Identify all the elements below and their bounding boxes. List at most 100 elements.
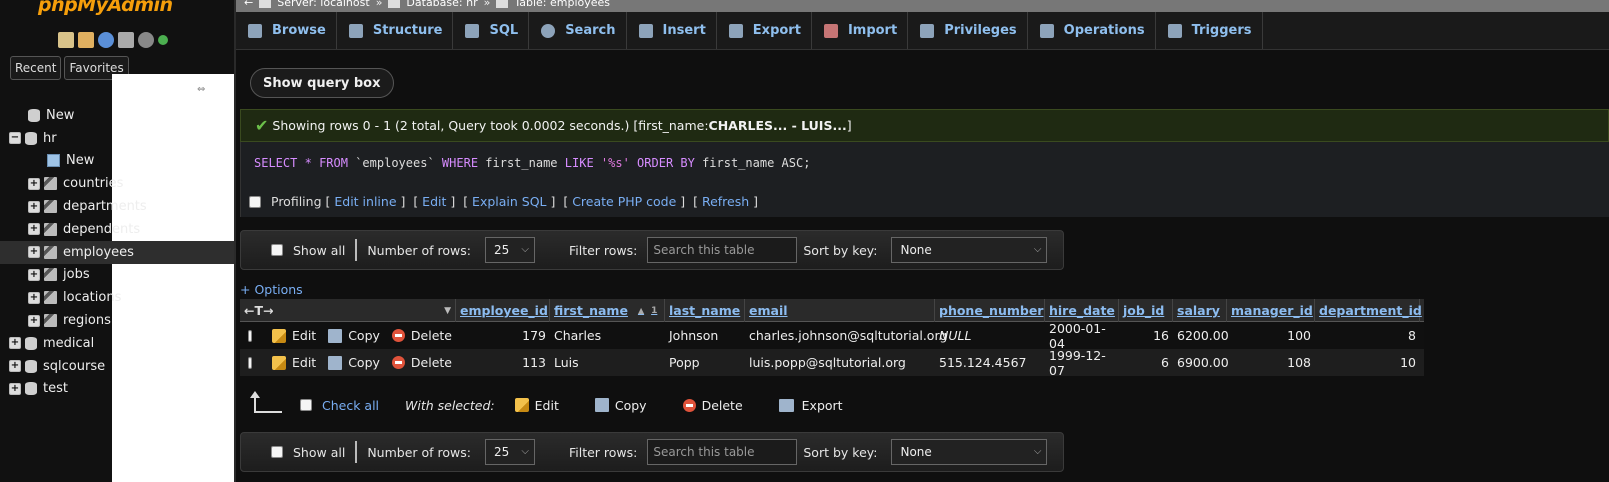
row-checkbox[interactable] [248,329,252,342]
header-employee-id[interactable]: employee_id [456,299,550,322]
main-content: Show query box ✔ Showing rows 0 - 1 (2 t… [240,50,1609,482]
explain-sql-link[interactable]: Explain SQL [472,194,546,209]
edit-link[interactable]: Edit [422,194,446,209]
tab-browse[interactable]: Browse [236,12,337,49]
bulk-edit-button[interactable]: Edit [514,398,559,413]
row-delete-button[interactable]: Delete [391,355,452,370]
filter-rows-input[interactable]: Search this table [647,237,798,263]
phpmyadmin-logo[interactable]: phpMyAdmin [38,0,173,16]
header-first-name[interactable]: first_name ▲ 1 [550,299,665,322]
breadcrumb-table[interactable]: Table: employees [514,0,610,9]
pencil-icon [271,355,286,370]
number-of-rows-select[interactable]: 25 ⌵ [484,439,535,465]
gear-icon[interactable] [138,32,154,48]
expand-plus-icon[interactable]: + [9,360,21,373]
sort-by-key-select[interactable]: None ⌵ [891,237,1048,263]
tree-item-sqlcourse[interactable]: + sqlcourse [0,355,234,378]
tree-item-medical[interactable]: + medical [0,332,234,355]
tree-item-departments[interactable]: + departments [0,195,234,218]
edit-inline-link[interactable]: Edit inline [334,194,396,209]
header-email[interactable]: email [745,299,935,322]
tree-item-regions[interactable]: + regions [0,309,234,332]
sql-query-box: SELECT * FROM `employees` WHERE first_na… [240,142,1609,217]
check-all-checkbox[interactable] [300,399,312,411]
header-last-name[interactable]: last_name [665,299,745,322]
expand-plus-icon[interactable]: + [9,337,21,350]
expand-plus-icon[interactable]: + [9,382,21,395]
check-all-link[interactable]: Check all [322,398,379,413]
row-checkbox[interactable] [248,356,252,369]
bulk-copy-button[interactable]: Copy [594,398,647,413]
import-icon [823,23,838,38]
wrench-icon [1039,23,1054,38]
header-salary[interactable]: salary [1173,299,1227,322]
bulk-delete-button[interactable]: Delete [682,398,743,413]
results-navigation-bottom: Show all Number of rows: 25 ⌵ Filter rows… [240,432,1064,472]
create-php-code-link[interactable]: Create PHP code [572,194,676,209]
tree-item-jobs[interactable]: + jobs [0,264,234,287]
tree-item-new-db[interactable]: New [0,104,234,127]
help-icon[interactable] [98,32,114,48]
collapse-icon[interactable]: ⇔ [197,84,205,95]
show-query-box-button[interactable]: Show query box [250,68,394,98]
collapse-minus-icon[interactable]: − [9,132,21,145]
pencil-icon [514,398,529,412]
header-manager-id[interactable]: manager_id [1227,299,1315,322]
tree-item-employees[interactable]: + employees [0,240,234,264]
breadcrumb-database[interactable]: Database: hr [406,0,477,9]
header-department-id[interactable]: department_id [1315,299,1422,322]
show-all-checkbox[interactable] [271,244,283,256]
header-phone-number[interactable]: phone_number [935,299,1045,322]
tree-item-test[interactable]: + test [0,378,234,401]
expand-plus-icon[interactable]: + [28,177,40,190]
header-hire-date[interactable]: hire_date [1045,299,1119,322]
expand-plus-icon[interactable]: + [28,223,40,236]
back-arrow-icon[interactable]: ← [244,0,253,9]
sort-by-key-select[interactable]: None ⌵ [891,439,1048,465]
row-copy-button[interactable]: Copy [328,328,380,343]
row-edit-button[interactable]: Edit [271,328,316,343]
bulk-export-button[interactable]: Export [778,398,843,413]
logout-icon[interactable] [78,32,94,48]
expand-plus-icon[interactable]: + [28,268,40,281]
row-delete-button[interactable]: Delete [391,328,452,343]
reload-icon[interactable] [158,35,168,45]
table-row: Edit Copy Delete 113 Luis Popp luis.popp… [240,348,1424,378]
table-header-row: ←T→ ▼ employee_id first_name ▲ 1 last_name … [240,299,1424,322]
filter-rows-input[interactable]: Search this table [647,439,798,465]
tab-operations[interactable]: Operations [1028,12,1156,49]
tab-import[interactable]: Import [812,12,909,49]
expand-plus-icon[interactable]: + [28,314,40,327]
breadcrumb-server[interactable]: Server: localhost [277,0,369,9]
tree-item-new-table[interactable]: New [0,150,234,173]
refresh-link[interactable]: Refresh [702,194,749,209]
tree-item-dependents[interactable]: + dependents [0,218,234,241]
show-all-checkbox[interactable] [271,446,283,458]
home-icon[interactable] [58,32,74,48]
options-toggle[interactable]: + Options [240,282,303,297]
number-of-rows-select[interactable]: 25 ⌵ [484,237,535,263]
tab-insert[interactable]: Insert [627,12,717,49]
tab-privileges[interactable]: Privileges [908,12,1028,49]
row-copy-button[interactable]: Copy [328,355,380,370]
privileges-icon [920,23,935,38]
tree-item-hr[interactable]: − hr [0,127,234,150]
tab-sql[interactable]: SQL [453,12,530,49]
table-new-icon [47,154,60,168]
tab-triggers[interactable]: Triggers [1156,12,1263,49]
column-resize-handle[interactable]: ←T→ ▼ [240,299,456,322]
database-icon [25,359,37,373]
expand-plus-icon[interactable]: + [28,246,40,259]
expand-plus-icon[interactable]: + [28,200,40,213]
recent-button[interactable]: Recent [10,56,62,80]
profiling-checkbox[interactable] [249,195,261,208]
tree-item-locations[interactable]: + locations [0,286,234,309]
tab-structure[interactable]: Structure [337,12,454,49]
tab-search[interactable]: Search [529,12,627,49]
header-job-id[interactable]: job_id [1119,299,1173,322]
row-edit-button[interactable]: Edit [271,355,316,370]
tab-export[interactable]: Export [717,12,812,49]
docs-icon[interactable] [118,32,134,48]
tree-item-countries[interactable]: + countries [0,172,234,195]
expand-plus-icon[interactable]: + [28,291,40,304]
